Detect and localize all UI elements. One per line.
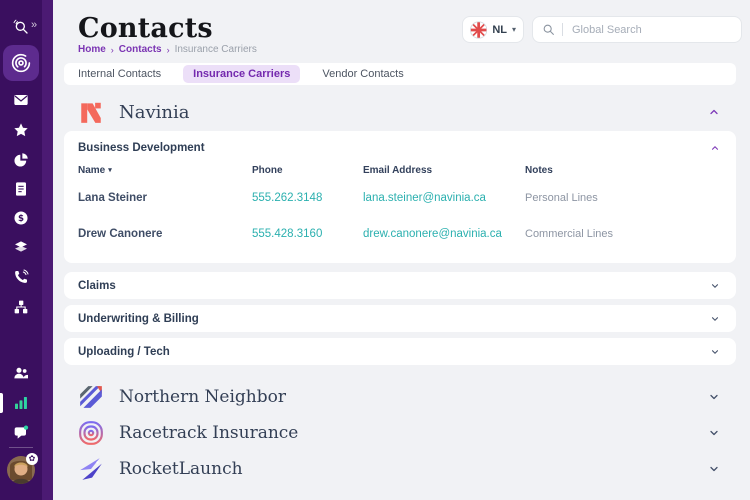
racetrack-logo-icon xyxy=(78,420,104,446)
search-icon xyxy=(13,19,29,35)
envelope-icon xyxy=(13,92,29,108)
users-icon xyxy=(13,365,29,381)
section-card-business-development: Business Development Name ▾ Phone Email … xyxy=(64,131,736,263)
chevron-up-icon[interactable] xyxy=(710,143,720,153)
contact-notes: Commercial Lines xyxy=(525,228,722,240)
column-header-phone: Phone xyxy=(252,165,363,176)
column-header-email: Email Address xyxy=(363,165,525,176)
table-header-row: Name ▾ Phone Email Address Notes xyxy=(64,163,736,177)
section-title: Claims xyxy=(78,280,116,292)
section-title: Uploading / Tech xyxy=(78,346,170,358)
dollar-circle-icon: $ xyxy=(13,210,29,226)
contact-notes: Personal Lines xyxy=(525,192,722,204)
contacts-tabs: Internal Contacts Insurance Carriers Ven… xyxy=(64,63,736,85)
phone-icon xyxy=(13,269,29,285)
language-selector[interactable]: NL ▾ xyxy=(462,16,524,43)
search-divider xyxy=(562,23,563,36)
section-header[interactable]: Business Development xyxy=(64,131,736,154)
bar-chart-icon xyxy=(13,395,29,411)
contact-email-link[interactable]: lana.steiner@navinia.ca xyxy=(363,192,525,204)
sidebar-item-contacts[interactable] xyxy=(13,365,29,381)
section-card-claims[interactable]: Claims xyxy=(64,272,736,299)
company-name: Racetrack Insurance xyxy=(119,423,298,443)
pie-chart-icon xyxy=(13,152,29,168)
file-text-icon xyxy=(13,181,29,197)
sidebar-divider xyxy=(9,447,33,448)
sidebar-item-workflows[interactable] xyxy=(13,299,29,315)
contact-email-link[interactable]: drew.canonere@navinia.ca xyxy=(363,228,525,240)
layers-icon xyxy=(13,239,29,255)
section-card-underwriting-billing[interactable]: Underwriting & Billing xyxy=(64,305,736,332)
chevron-down-icon: ▾ xyxy=(512,25,516,34)
tab-vendor-contacts[interactable]: Vendor Contacts xyxy=(322,68,403,80)
breadcrumb-home[interactable]: Home xyxy=(78,44,106,55)
page-title: Contacts xyxy=(78,13,213,44)
user-avatar[interactable]: ✿ xyxy=(7,456,35,484)
company-name: Northern Neighbor xyxy=(119,387,286,407)
company-row-northern-neighbor[interactable]: Northern Neighbor xyxy=(64,381,736,412)
chevron-down-icon[interactable] xyxy=(708,391,720,403)
chevron-down-icon[interactable] xyxy=(708,427,720,439)
sidebar-expand-chevrons-icon[interactable]: » xyxy=(31,20,37,31)
star-icon xyxy=(13,122,29,138)
global-search xyxy=(532,16,742,43)
sidebar-item-messages[interactable] xyxy=(13,424,29,440)
table-row: Lana Steiner 555.262.3148 lana.steiner@n… xyxy=(64,189,736,207)
section-card-uploading-tech[interactable]: Uploading / Tech xyxy=(64,338,736,365)
company-row-rocketlaunch[interactable]: RocketLaunch xyxy=(64,453,736,484)
rocketlaunch-logo-icon xyxy=(78,456,104,482)
sidebar-search-icon[interactable] xyxy=(13,19,29,35)
language-code: NL xyxy=(492,24,507,36)
chevron-down-icon[interactable] xyxy=(708,463,720,475)
company-row-navinia[interactable]: Navinia xyxy=(64,94,736,130)
search-input[interactable] xyxy=(570,23,714,37)
search-icon xyxy=(542,23,555,36)
app-window: » xyxy=(0,0,750,500)
spiral-logo-icon xyxy=(10,52,32,74)
contact-name: Lana Steiner xyxy=(78,192,252,204)
breadcrumb-contacts[interactable]: Contacts xyxy=(119,44,162,55)
breadcrumb-separator: › xyxy=(167,45,170,55)
app-logo-button[interactable] xyxy=(3,45,39,81)
chevron-down-icon[interactable] xyxy=(710,314,720,324)
column-header-name[interactable]: Name ▾ xyxy=(78,165,252,176)
breadcrumb: Home › Contacts › Insurance Carriers xyxy=(78,44,257,55)
svg-text:$: $ xyxy=(18,214,24,224)
section-title: Business Development xyxy=(78,142,205,154)
column-header-notes: Notes xyxy=(525,165,722,176)
sidebar-item-calls[interactable] xyxy=(13,269,29,285)
flag-icon xyxy=(470,21,487,39)
northern-neighbor-logo-icon xyxy=(78,384,104,410)
sidebar-item-analytics-active[interactable] xyxy=(13,395,29,411)
tab-insurance-carriers[interactable]: Insurance Carriers xyxy=(183,65,300,83)
chevron-down-icon[interactable] xyxy=(710,347,720,357)
chevron-down-icon[interactable] xyxy=(710,281,720,291)
breadcrumb-current: Insurance Carriers xyxy=(175,44,257,55)
chevron-up-icon[interactable] xyxy=(708,106,720,118)
navinia-logo-icon xyxy=(78,99,104,125)
company-name: RocketLaunch xyxy=(119,459,243,479)
contact-phone-link[interactable]: 555.262.3148 xyxy=(252,192,363,204)
sidebar-item-reports[interactable] xyxy=(13,152,29,168)
active-nav-indicator xyxy=(0,393,3,413)
table-row: Drew Canonere 555.428.3160 drew.canonere… xyxy=(64,225,736,243)
sidebar-secondary-rail xyxy=(42,0,53,500)
sidebar-item-policies[interactable] xyxy=(13,239,29,255)
sidebar-item-billing[interactable]: $ xyxy=(13,210,29,226)
sidebar-item-favorites[interactable] xyxy=(13,122,29,138)
sidebar-item-documents[interactable] xyxy=(13,181,29,197)
avatar-badge-icon: ✿ xyxy=(26,453,38,465)
section-title: Underwriting & Billing xyxy=(78,313,199,325)
contact-name: Drew Canonere xyxy=(78,228,252,240)
contact-phone-link[interactable]: 555.428.3160 xyxy=(252,228,363,240)
chat-bubble-icon xyxy=(13,424,29,440)
sort-caret-icon: ▾ xyxy=(108,166,112,174)
sidebar: » xyxy=(0,0,42,500)
company-row-racetrack-insurance[interactable]: Racetrack Insurance xyxy=(64,417,736,448)
sidebar-item-inbox[interactable] xyxy=(13,92,29,108)
company-name: Navinia xyxy=(119,102,190,123)
sitemap-icon xyxy=(13,299,29,315)
tab-internal-contacts[interactable]: Internal Contacts xyxy=(78,68,161,80)
breadcrumb-separator: › xyxy=(111,45,114,55)
